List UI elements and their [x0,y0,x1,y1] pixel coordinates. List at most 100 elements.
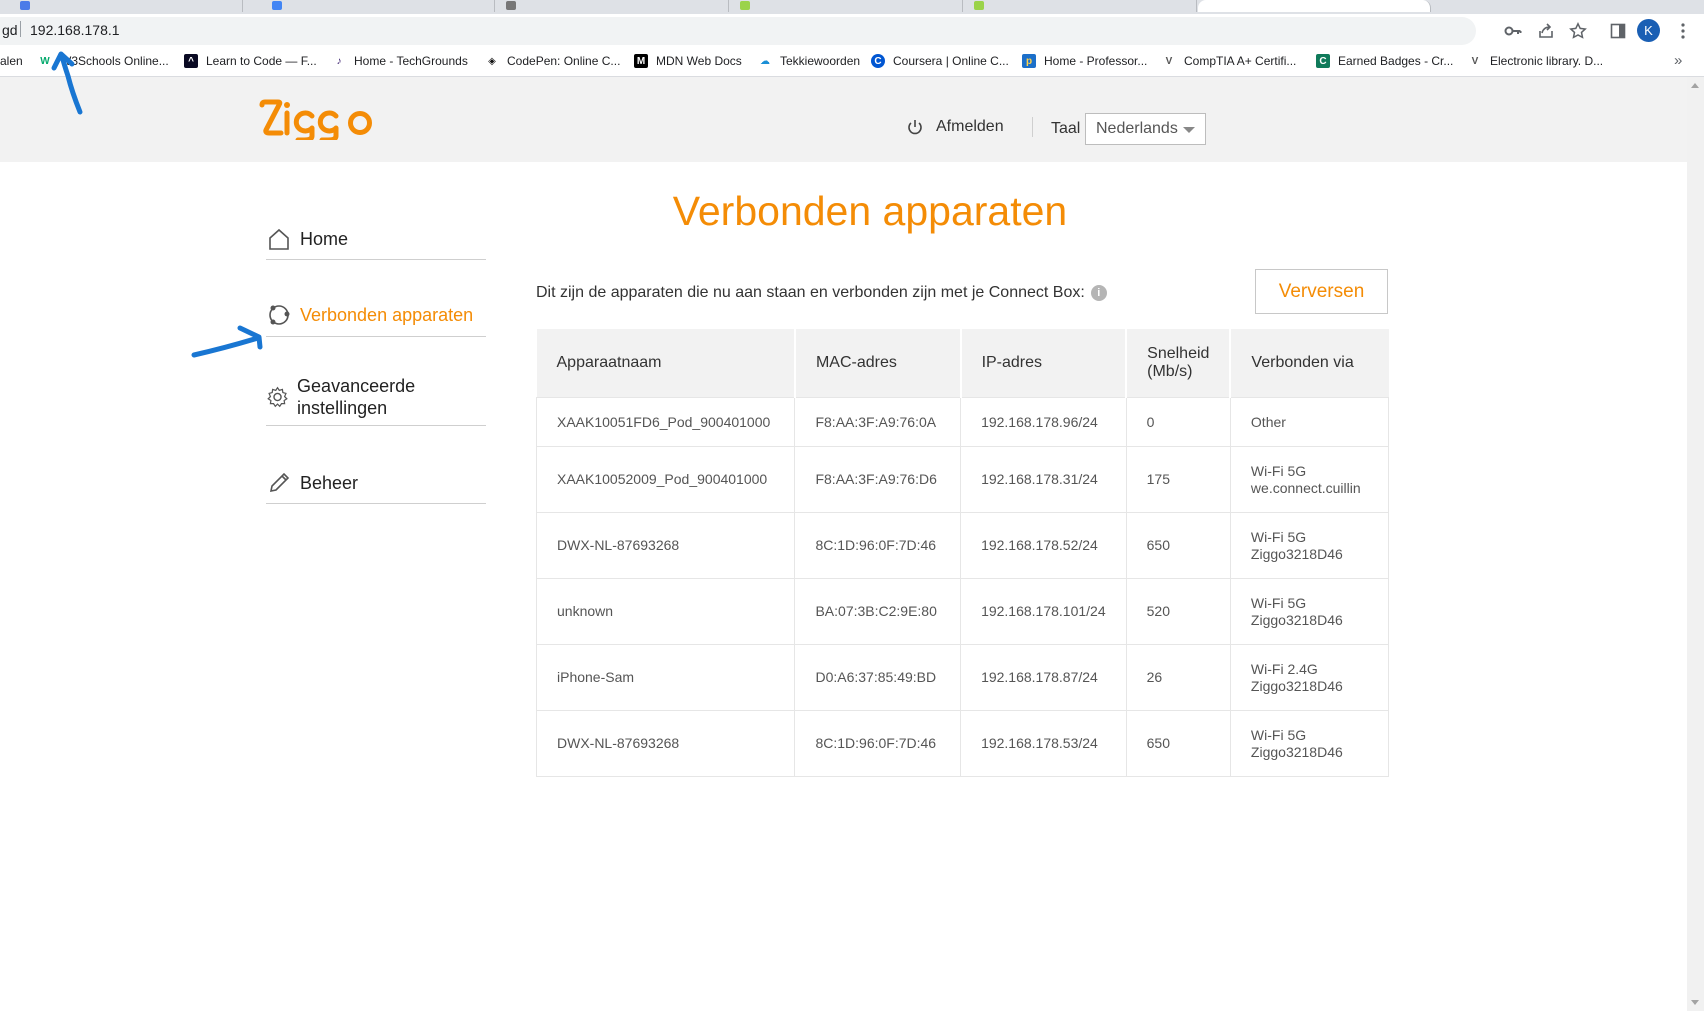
bookmark-item[interactable]: ☁ Tekkiewoorden [758,54,860,68]
tab-strip [0,0,1704,14]
bookmark-label: Home - TechGrounds [354,54,468,68]
browser-tab[interactable] [964,0,1197,12]
table-row: iPhone-Sam D0:A6:37:85:49:BD 192.168.178… [535,644,1390,711]
browser-tab[interactable] [730,0,963,12]
mac-address: 8C:1D:96:0F:7D:46 [794,512,962,579]
bookmark-label: Tekkiewoorden [780,54,861,68]
info-icon[interactable]: i [1090,285,1107,301]
table-header-row: Apparaatnaam MAC-adres IP-adres Snelheid… [536,329,1389,398]
speed: 175 [1125,446,1231,513]
table-row: DWX-NL-87693268 8C:1D:96:0F:7D:46 192.16… [535,512,1390,579]
network-name: Ziggo3218D46 [1250,545,1343,562]
profile-avatar[interactable]: K [1637,19,1660,42]
bookmark-item[interactable]: ◈ CodePen: Online C... [485,54,620,68]
w3schools-icon: W [40,55,50,67]
ip-address: 192.168.178.53/24 [960,710,1127,777]
language-select[interactable]: Nederlands [1085,113,1206,145]
mdn-icon: M [634,54,648,68]
column-header: Snelheid (Mb/s) [1126,329,1232,398]
bookmark-item[interactable]: p Home - Professor... [1022,54,1147,68]
sidebar-item-advanced-settings[interactable]: Geavanceerde instellingen [266,369,486,426]
sidebar-icon[interactable] [1607,20,1629,42]
mac-address: F8:AA:3F:A9:76:0A [794,397,962,447]
url-text[interactable]: 192.168.178.1 [30,22,120,38]
devices-table: Apparaatnaam MAC-adres IP-adres Snelheid… [535,329,1390,777]
ip-address: 192.168.178.52/24 [960,512,1127,579]
connection-type: Wi-Fi 5G [1250,726,1307,743]
library-icon: V [1471,55,1479,67]
connection-type: Other [1250,413,1286,430]
freecodecamp-icon: ^ [184,54,198,68]
mac-address: 8C:1D:96:0F:7D:46 [794,710,962,777]
codepen-icon: ◈ [488,55,496,67]
home-icon [269,228,289,250]
devices-icon [269,305,290,325]
credly-icon: C [1316,54,1330,68]
browser-tab[interactable] [10,0,243,12]
bookmark-item[interactable]: alen [0,54,23,68]
table-row: unknown BA:07:3B:C2:9E:80 192.168.178.10… [535,578,1390,645]
connection-type: Wi-Fi 5G [1250,462,1307,479]
intro-text: Dit zijn de apparaten die nu aan staan e… [536,284,1085,301]
device-name: DWX-NL-87693268 [535,512,796,579]
sidebar-item-devices[interactable]: Verbonden apparaten [266,294,486,337]
ziggo-logo[interactable]: ziggo [258,98,376,140]
connected-via: Wi-Fi 5G Ziggo3218D46 [1229,710,1390,777]
techgrounds-icon: ♪ [336,55,342,67]
tab-favicon [740,1,750,10]
connection-type: Wi-Fi 2.4G [1250,660,1318,677]
omnibox[interactable] [0,17,1476,45]
bookmark-label: Coursera | Online C... [893,54,1009,68]
address-prefix: gd [2,22,18,38]
browser-tab[interactable] [262,0,495,12]
bookmark-item[interactable]: V Electronic library. D... [1468,54,1603,68]
language-label: Taal [1051,120,1081,137]
sidebar-item-beheer[interactable]: Beheer [266,463,486,504]
sidebar-item-label: Home [300,228,349,249]
address-bar-row: gd 192.168.178.1 K [0,14,1704,48]
connection-type: Wi-Fi 5G [1250,594,1307,611]
signout-button[interactable]: Afmelden [906,118,1004,136]
bookmark-label: Home - Professor... [1044,54,1148,68]
refresh-button[interactable]: Verversen [1255,269,1388,314]
signout-label: Afmelden [936,118,1004,135]
mac-address: D0:A6:37:85:49:BD [794,644,962,711]
ip-address: 192.168.178.87/24 [960,644,1127,711]
share-icon[interactable] [1535,20,1557,42]
table-row: XAAK10052009_Pod_900401000 F8:AA:3F:A9:7… [535,446,1390,513]
tab-favicon [974,1,984,10]
professor-icon: p [1022,54,1036,68]
bookmark-label: CodePen: Online C... [507,54,621,68]
sidebar-item-home[interactable]: Home [266,219,486,260]
bookmark-item[interactable]: V CompTIA A+ Certifi... [1162,54,1297,68]
speed: 26 [1125,644,1231,711]
tab-favicon [20,1,30,10]
bookmark-item[interactable]: ♪ Home - TechGrounds [332,54,468,68]
menu-dots-icon[interactable] [1672,20,1694,42]
pencil-icon [269,472,290,493]
browser-tab-active[interactable] [1198,0,1431,12]
network-name: Ziggo3218D46 [1250,743,1343,760]
browser-tab[interactable] [496,0,729,12]
scroll-up-icon[interactable] [1691,83,1699,88]
coursera-icon: C [871,54,885,68]
bookmark-item[interactable]: M MDN Web Docs [634,54,742,68]
bookmark-item[interactable]: C Coursera | Online C... [871,54,1009,68]
key-icon[interactable] [1502,20,1524,42]
bookmarks-overflow-icon[interactable]: » [1674,52,1682,69]
mac-address: BA:07:3B:C2:9E:80 [794,578,962,645]
speed: 520 [1125,578,1231,645]
scroll-down-icon[interactable] [1691,1000,1699,1005]
sidebar-item-label: Beheer [300,472,359,493]
star-icon[interactable] [1567,20,1589,42]
bookmark-item[interactable]: C Earned Badges - Cr... [1316,54,1453,68]
tab-favicon [272,1,282,10]
bookmark-label: Electronic library. D... [1490,54,1604,68]
bookmark-label: MDN Web Docs [656,54,742,68]
bookmark-item[interactable]: ^ Learn to Code — F... [184,54,317,68]
tekkiewoorden-icon: ☁ [760,55,770,67]
vertical-scrollbar[interactable] [1687,77,1704,1011]
bookmark-item[interactable]: W W3Schools Online... [38,54,168,68]
column-header: MAC-adres [794,329,962,398]
page-title: Verbonden apparaten [672,188,1068,234]
